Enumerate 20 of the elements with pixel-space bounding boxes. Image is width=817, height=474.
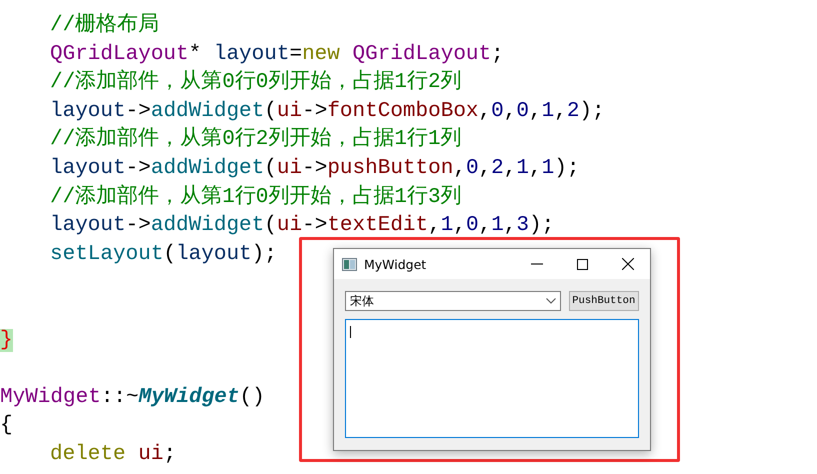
code-line: delete ui;: [50, 442, 176, 468]
maximize-icon[interactable]: [577, 258, 588, 270]
text-cursor: [350, 326, 351, 338]
code-line: setLayout(layout);: [50, 242, 277, 268]
code-line: QGridLayout* layout=new QGridLayout;: [50, 42, 504, 68]
code-line: layout->addWidget(ui->pushButton,0,2,1,1);: [50, 156, 580, 182]
code-line: {: [0, 413, 13, 440]
app-icon: [342, 258, 357, 270]
push-button[interactable]: PushButton: [568, 291, 639, 311]
code-line: layout->addWidget(ui->fontComboBox,0,0,1,2);: [50, 98, 605, 125]
code-line: //添加部件，从第0行2列开始，占据1行1列: [50, 126, 462, 154]
code-line: layout->addWidget(ui->textEdit,1,0,1,3);: [50, 213, 554, 240]
code-line: //添加部件，从第0行0列开始，占据1行2列: [50, 69, 462, 96]
close-icon[interactable]: [622, 258, 634, 270]
code-line: //添加部件，从第1行0列开始，占据1行3列: [50, 184, 462, 211]
window-title: MyWidget: [364, 256, 426, 272]
text-edit-field[interactable]: [345, 319, 639, 438]
font-combo-box[interactable]: 宋体: [345, 291, 560, 311]
code-line: MyWidget::~MyWidget(): [0, 384, 265, 411]
code-line: //栅格布局: [50, 12, 160, 39]
